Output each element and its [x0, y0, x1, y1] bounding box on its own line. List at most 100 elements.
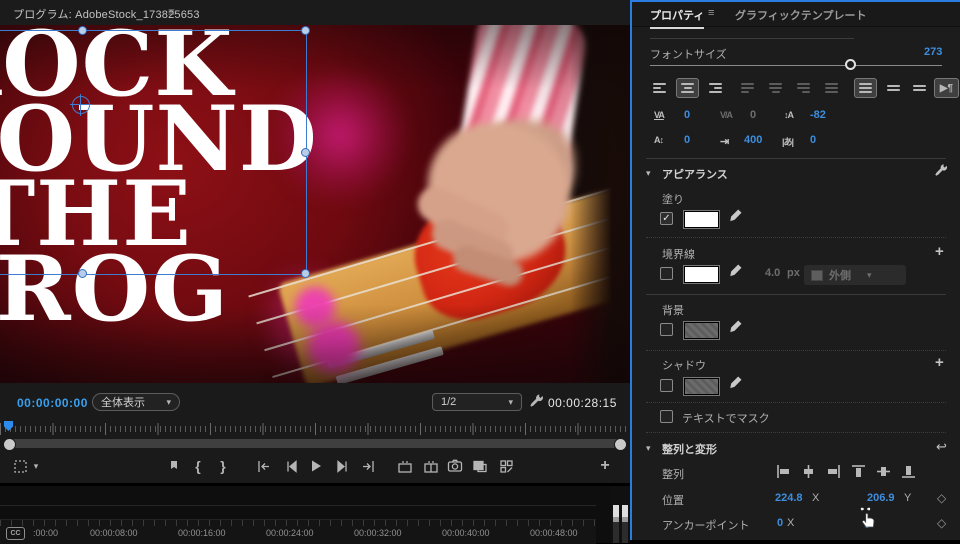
step-forward-icon[interactable] [330, 455, 354, 477]
tracking-value[interactable]: 0 [684, 109, 690, 121]
settings-wrench-icon[interactable] [529, 393, 544, 413]
kerning-value[interactable]: 0 [750, 109, 756, 121]
selection-bounding-box[interactable] [0, 30, 307, 275]
lift-icon[interactable] [393, 455, 417, 477]
extract-icon[interactable] [419, 455, 443, 477]
properties-panel: プロパティ ≡ グラフィックテンプレート フォントサイズ 273 ▶¶ ¶◀ V… [630, 0, 960, 540]
align-objects-center-v-icon[interactable] [876, 464, 891, 479]
go-to-in-icon[interactable] [251, 455, 275, 477]
align-left-button[interactable] [648, 78, 671, 98]
text-direction-horizontal-button[interactable]: ▶¶ [934, 78, 959, 98]
shadow-color-swatch[interactable] [683, 377, 720, 396]
position-x-value[interactable]: 224.8 [775, 492, 803, 504]
justify-last-right-button[interactable] [792, 78, 815, 98]
align-center-button[interactable] [676, 78, 699, 98]
add-stroke-button[interactable]: + [935, 243, 944, 260]
timeline-ruler-ticks [0, 520, 596, 526]
shadow-eyedropper-icon[interactable] [729, 376, 742, 394]
tab-properties[interactable]: プロパティ [650, 7, 705, 29]
chevron-down-icon[interactable]: ▾ [646, 168, 651, 179]
align-objects-top-icon[interactable] [851, 464, 866, 479]
monitor-mini-timeline[interactable] [0, 423, 630, 435]
scroll-knob-right[interactable] [614, 438, 627, 451]
align-objects-bottom-icon[interactable] [901, 464, 916, 479]
vertical-align-center-button[interactable] [882, 78, 905, 98]
stroke-width-value[interactable]: 4.0 [765, 267, 780, 279]
selection-marquee-icon[interactable] [8, 455, 32, 477]
align-objects-right-icon[interactable] [826, 464, 841, 479]
vertical-align-top-button[interactable] [854, 78, 877, 98]
transform-header[interactable]: 整列と変形 [662, 441, 717, 457]
position-keyframe-icon[interactable]: ◇ [937, 491, 946, 505]
selection-handle-right-middle[interactable] [301, 148, 310, 157]
chevron-down-icon: ▾ [508, 396, 513, 407]
ruler-timecode: 00:00:48:00 [530, 528, 578, 538]
playback-resolution-select[interactable]: 1/2 ▾ [432, 393, 522, 411]
stroke-checkbox[interactable] [660, 267, 673, 280]
align-objects-left-icon[interactable] [776, 464, 791, 479]
font-size-value[interactable]: 273 [924, 46, 942, 58]
panel-menu-icon[interactable]: ≡ [708, 7, 714, 19]
justify-last-center-button[interactable] [764, 78, 787, 98]
fill-color-swatch[interactable] [683, 210, 720, 229]
play-icon[interactable] [304, 455, 328, 477]
leading-value[interactable]: -82 [810, 109, 826, 121]
chevron-down-icon[interactable]: ▾ [30, 455, 42, 477]
tab-width-value[interactable]: 400 [744, 134, 762, 146]
mark-in-icon[interactable]: { [186, 455, 210, 477]
appearance-wrench-icon[interactable] [934, 163, 948, 182]
fill-eyedropper-icon[interactable] [729, 209, 742, 227]
add-marker-icon[interactable] [162, 455, 186, 477]
stroke-type-icon [811, 269, 823, 281]
add-button[interactable]: + [593, 455, 617, 477]
add-shadow-button[interactable]: + [935, 354, 944, 371]
multi-camera-icon[interactable] [494, 455, 518, 477]
timeline-ruler[interactable]: CC :00:00 00:00:08:00 00:00:16:00 00:00:… [0, 519, 596, 544]
fill-checkbox[interactable]: ✓ [660, 212, 673, 225]
comparison-view-icon[interactable] [468, 455, 492, 477]
background-checkbox[interactable] [660, 323, 673, 336]
anchor-y-value[interactable]: 0 [864, 519, 870, 531]
align-objects-center-h-icon[interactable] [801, 464, 816, 479]
chevron-down-icon[interactable]: ▾ [646, 443, 651, 454]
font-size-slider-track[interactable] [650, 65, 942, 66]
appearance-header[interactable]: アピアランス [662, 166, 728, 182]
selection-handle-top-right[interactable] [301, 26, 310, 35]
justify-all-button[interactable] [820, 78, 843, 98]
mark-out-icon[interactable]: } [211, 455, 235, 477]
scroll-knob-left[interactable] [3, 438, 16, 451]
anchor-x-value[interactable]: 0 [777, 517, 783, 529]
closed-caption-badge[interactable]: CC [6, 527, 25, 540]
vertical-align-bottom-button[interactable] [908, 78, 931, 98]
selection-handle-bottom-right[interactable] [301, 269, 310, 278]
current-timecode[interactable]: 00:00:00:00 [17, 396, 88, 410]
monitor-zoom-scrollbar[interactable] [3, 438, 627, 451]
shadow-checkbox[interactable] [660, 379, 673, 392]
tsume-icon: |あ| [782, 137, 794, 147]
stroke-color-swatch[interactable] [683, 265, 720, 284]
export-frame-icon[interactable] [443, 455, 467, 477]
stroke-unit-label: px [787, 267, 800, 279]
stroke-type-select[interactable]: 外側 ▾ [804, 265, 906, 285]
stroke-eyedropper-icon[interactable] [729, 264, 742, 282]
selection-handle-bottom-center[interactable] [78, 269, 87, 278]
background-eyedropper-icon[interactable] [729, 320, 742, 338]
tsume-value[interactable]: 0 [810, 134, 816, 146]
go-to-out-icon[interactable] [356, 455, 380, 477]
baseline-shift-value[interactable]: 0 [684, 134, 690, 146]
mask-with-text-checkbox[interactable] [660, 410, 673, 423]
background-color-swatch[interactable] [683, 321, 720, 340]
justify-last-left-button[interactable] [736, 78, 759, 98]
anchor-point-crosshair[interactable] [70, 94, 92, 116]
step-back-icon[interactable] [279, 455, 303, 477]
font-size-slider-handle[interactable] [845, 59, 856, 70]
zoom-level-select[interactable]: 全体表示 ▾ [92, 393, 180, 411]
anchor-keyframe-icon[interactable]: ◇ [937, 516, 946, 530]
tab-graphic-templates[interactable]: グラフィックテンプレート [735, 7, 866, 23]
position-y-value[interactable]: 206.9 [867, 492, 895, 504]
reset-icon[interactable]: ↩ [936, 439, 947, 455]
video-viewport[interactable]: ROCK AROUND THE FROG [0, 25, 630, 383]
align-right-button[interactable] [704, 78, 727, 98]
panel-menu-icon[interactable]: ≡ [168, 5, 175, 19]
selection-handle-top-center[interactable] [78, 26, 87, 35]
